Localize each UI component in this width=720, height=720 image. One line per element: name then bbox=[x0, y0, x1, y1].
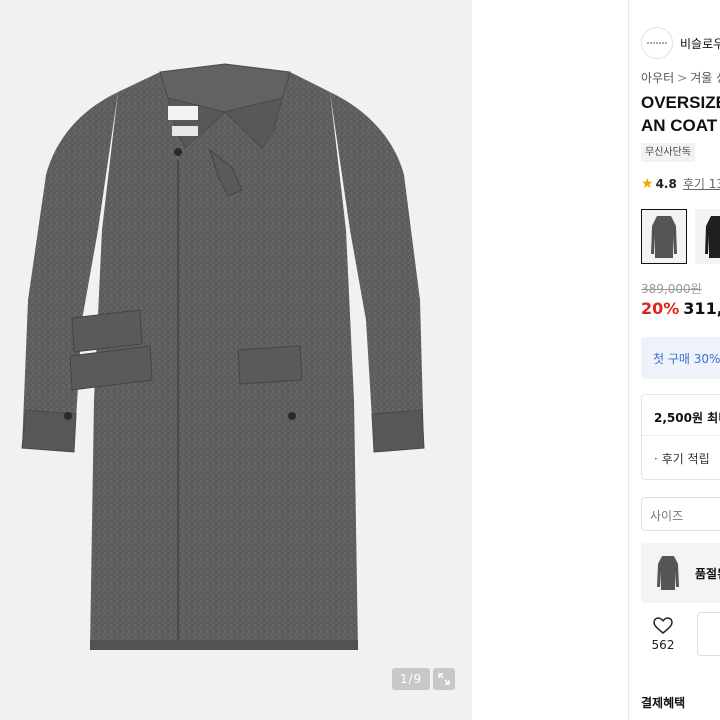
size-select-placeholder: 사이즈 bbox=[650, 509, 684, 523]
original-price: 389,000원 bbox=[641, 282, 702, 296]
brand-link[interactable]: 비슬로우 bbox=[641, 26, 720, 60]
coupon-text: 첫 구매 30% bbox=[653, 352, 720, 366]
breadcrumb-item-winter[interactable]: 겨울 싱 bbox=[690, 71, 720, 85]
payment-benefits-heading: 결제혜택 bbox=[641, 696, 686, 710]
variant-thumb-black[interactable] bbox=[695, 209, 720, 264]
price-row: 20%311,2 bbox=[641, 299, 720, 318]
product-title: OVERSIZE AN COAT bbox=[641, 91, 720, 137]
like-count: 562 bbox=[651, 638, 675, 652]
sale-price: 311,2 bbox=[683, 299, 720, 318]
like-button[interactable]: 562 bbox=[647, 617, 679, 652]
color-variants bbox=[641, 209, 720, 264]
product-info-panel: 비슬로우 아우터>겨울 싱 OVERSIZE AN COAT 무신사단독 ★ 4… bbox=[629, 0, 720, 720]
exclusive-badge: 무신사단독 bbox=[641, 143, 695, 162]
purchase-button[interactable] bbox=[697, 612, 720, 656]
points-box: 2,500원 최디 · 후기 적립 bbox=[641, 394, 720, 480]
soldout-item-thumb bbox=[653, 553, 683, 593]
first-purchase-coupon-banner[interactable]: 첫 구매 30% bbox=[641, 337, 720, 379]
heart-icon bbox=[653, 617, 673, 634]
review-count-link[interactable]: 후기 13 bbox=[683, 175, 720, 192]
gallery-gutter bbox=[472, 0, 628, 720]
rating-row: ★ 4.8 후기 13 bbox=[641, 175, 720, 192]
variant-thumb-gray[interactable] bbox=[641, 209, 687, 264]
breadcrumb-item-outer[interactable]: 아우터 bbox=[641, 71, 674, 85]
expand-icon[interactable] bbox=[433, 668, 455, 690]
chevron-right-icon: > bbox=[677, 71, 688, 85]
soldout-option-row[interactable]: 품절된 bbox=[641, 543, 720, 603]
product-image-gallery[interactable]: 1/9 bbox=[0, 0, 472, 720]
brand-name: 비슬로우 bbox=[680, 36, 720, 51]
max-points-text: 2,500원 최디 bbox=[654, 411, 720, 425]
rating-score: 4.8 bbox=[655, 176, 677, 191]
coat-product-image bbox=[21, 63, 425, 650]
discount-rate: 20% bbox=[641, 299, 680, 318]
product-title-line2: AN COAT bbox=[641, 116, 718, 135]
size-select[interactable]: 사이즈 bbox=[641, 497, 720, 531]
image-counter: 1/9 bbox=[392, 668, 430, 690]
brand-logo bbox=[641, 27, 673, 59]
breadcrumb: 아우터>겨울 싱 bbox=[641, 69, 720, 86]
points-divider bbox=[642, 435, 720, 436]
product-title-line1: OVERSIZE bbox=[641, 93, 720, 112]
review-points-text: · 후기 적립 bbox=[654, 452, 710, 466]
soldout-text: 품절된 bbox=[695, 567, 720, 581]
star-icon: ★ bbox=[641, 175, 654, 192]
